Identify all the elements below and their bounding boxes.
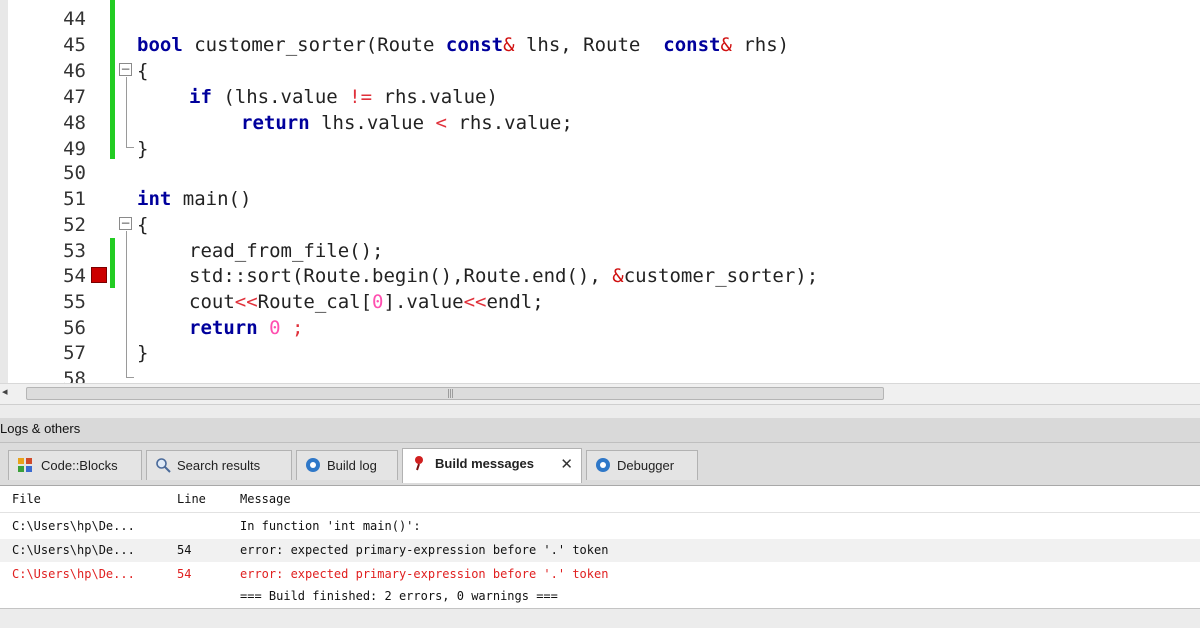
- code-line-48: 48 return lhs.value < rhs.value;: [0, 110, 1200, 136]
- line-number: 45: [63, 34, 86, 56]
- code-text: cout<<Route_cal[0].value<<endl;: [189, 291, 544, 313]
- code-text: {: [137, 214, 149, 236]
- code-text: return lhs.value < rhs.value;: [241, 112, 573, 134]
- line-number: 49: [63, 138, 86, 160]
- code-text: bool customer_sorter(Route const& lhs, R…: [137, 34, 790, 56]
- code-line-53: 53 read_from_file();: [0, 238, 1200, 264]
- code-line-54: 54 std::sort(Route.begin(),Route.end(), …: [0, 263, 1200, 289]
- line-number: 51: [63, 188, 86, 210]
- column-header-message[interactable]: Message: [240, 492, 291, 506]
- tab-build-messages[interactable]: Build messages ✕: [402, 448, 582, 483]
- code-line-46: 46 {: [0, 58, 1200, 84]
- line-number: 46: [63, 60, 86, 82]
- code-text: int main(): [137, 188, 252, 210]
- build-messages-table: File Line Message C:\Users\hp\De... In f…: [0, 486, 1200, 608]
- code-line-52: 52 {: [0, 212, 1200, 238]
- cell-file: C:\Users\hp\De...: [12, 519, 135, 533]
- code-text: return 0 ;: [189, 317, 304, 339]
- line-number: 54: [63, 265, 86, 287]
- logs-panel-title: Logs & others: [0, 418, 1200, 443]
- table-row[interactable]: === Build finished: 2 errors, 0 warnings…: [0, 585, 1200, 608]
- line-number: 52: [63, 214, 86, 236]
- code-line-49: 49 }: [0, 136, 1200, 162]
- line-number: 48: [63, 112, 86, 134]
- cell-line: 54: [177, 567, 192, 581]
- code-line-57: 57 }: [0, 340, 1200, 366]
- code-line-51: 51 int main(): [0, 186, 1200, 212]
- close-icon[interactable]: ✕: [560, 455, 573, 473]
- code-line-58: 58: [0, 366, 1200, 383]
- code-text: read_from_file();: [189, 240, 384, 262]
- cell-message: error: expected primary-expression befor…: [240, 543, 609, 557]
- code-editor[interactable]: − − 44 45 bool customer_sorter(Route con…: [0, 0, 1200, 383]
- code-line-45: 45 bool customer_sorter(Route const& lhs…: [0, 32, 1200, 58]
- line-number: 50: [63, 162, 86, 184]
- table-row[interactable]: C:\Users\hp\De... 54 error: expected pri…: [0, 563, 1200, 586]
- line-number: 47: [63, 86, 86, 108]
- tab-build-log[interactable]: Build log: [296, 450, 398, 480]
- code-text: std::sort(Route.begin(),Route.end(), &cu…: [189, 265, 819, 287]
- tab-search-results[interactable]: Search results: [146, 450, 292, 480]
- code-line-56: 56 return 0 ;: [0, 315, 1200, 341]
- table-header: File Line Message: [0, 486, 1200, 513]
- cell-file: C:\Users\hp\De...: [12, 567, 135, 581]
- code-line-47: 47 if (lhs.value != rhs.value): [0, 84, 1200, 110]
- code-text: if (lhs.value != rhs.value): [189, 86, 498, 108]
- codeblocks-icon: [18, 458, 32, 472]
- code-text: }: [137, 342, 149, 364]
- horizontal-scrollbar[interactable]: ◂ |||: [0, 383, 1200, 404]
- code-line-55: 55 cout<<Route_cal[0].value<<endl;: [0, 289, 1200, 315]
- pin-icon: [415, 456, 423, 471]
- code-line-50: 50: [0, 160, 1200, 186]
- gear-icon: [306, 458, 320, 472]
- scroll-left-icon[interactable]: ◂: [2, 385, 8, 398]
- line-number: 57: [63, 342, 86, 364]
- line-number: 55: [63, 291, 86, 313]
- table-row[interactable]: C:\Users\hp\De... 54 error: expected pri…: [0, 539, 1200, 562]
- search-icon: [156, 458, 171, 473]
- line-number: 53: [63, 240, 86, 262]
- cell-message: error: expected primary-expression befor…: [240, 567, 609, 581]
- panel-splitter[interactable]: [0, 404, 1200, 419]
- gear-icon: [596, 458, 610, 472]
- cell-message: In function 'int main()':: [240, 519, 421, 533]
- cell-file: C:\Users\hp\De...: [12, 543, 135, 557]
- line-number: 56: [63, 317, 86, 339]
- tab-codeblocks[interactable]: Code::Blocks: [8, 450, 142, 480]
- code-text: }: [137, 138, 149, 160]
- table-row[interactable]: C:\Users\hp\De... In function 'int main(…: [0, 515, 1200, 538]
- grip-icon: |||: [447, 389, 454, 399]
- logs-tab-bar: Code::Blocks Search results Build log Bu…: [0, 443, 1200, 486]
- column-header-line[interactable]: Line: [177, 492, 206, 506]
- scrollbar-thumb[interactable]: |||: [26, 387, 884, 400]
- status-bar: [0, 608, 1200, 628]
- cell-message: === Build finished: 2 errors, 0 warnings…: [240, 589, 558, 603]
- cell-line: 54: [177, 543, 192, 557]
- line-number: 44: [63, 8, 86, 30]
- line-number: 58: [63, 368, 86, 383]
- code-line-44: 44: [0, 6, 1200, 32]
- code-text: {: [137, 60, 149, 82]
- column-header-file[interactable]: File: [12, 492, 41, 506]
- tab-debugger[interactable]: Debugger: [586, 450, 698, 480]
